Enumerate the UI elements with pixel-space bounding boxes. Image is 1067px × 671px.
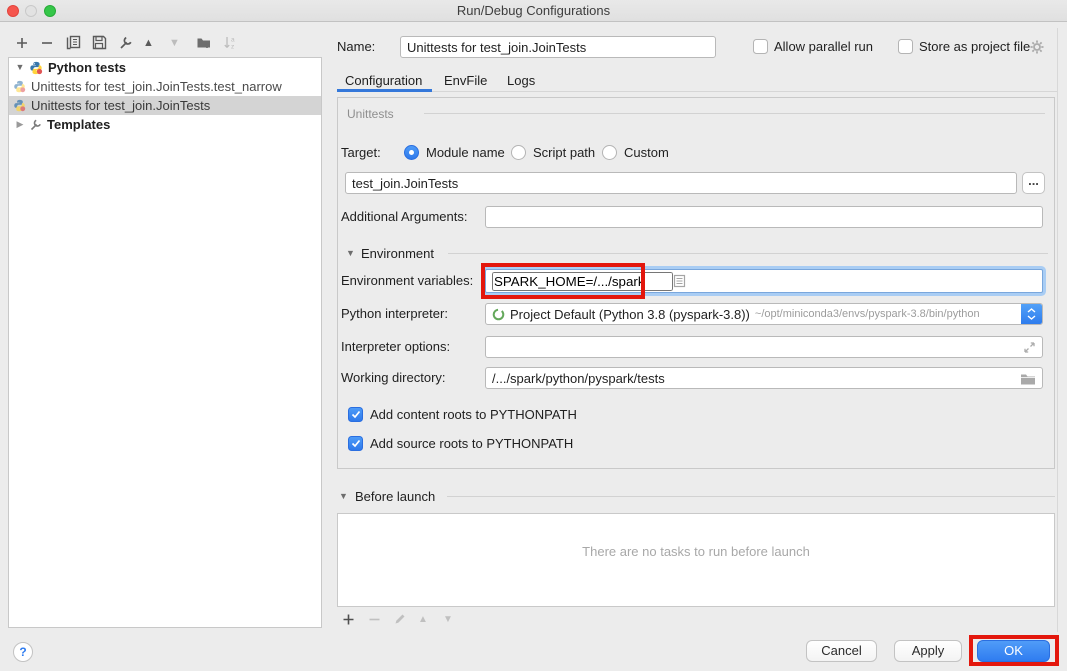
- run-debug-configurations-dialog: Run/Debug Configurations ▲ ▼ az ▼ Python…: [0, 0, 1067, 671]
- browse-button[interactable]: ...: [1022, 172, 1045, 194]
- tree-item-unittests-test-narrow[interactable]: Unittests for test_join.JoinTests.test_n…: [9, 77, 321, 96]
- target-custom-radio[interactable]: [602, 145, 617, 160]
- before-launch-section-line: [447, 496, 1055, 497]
- env-vars-list-icon[interactable]: [673, 274, 686, 288]
- add-content-roots-checkbox[interactable]: [348, 407, 363, 422]
- templates-wrench-icon: [29, 118, 42, 131]
- allow-parallel-run-label: Allow parallel run: [774, 36, 873, 58]
- target-input[interactable]: [352, 176, 1010, 191]
- tabs-separator: [337, 91, 1057, 92]
- add-task-icon[interactable]: [342, 613, 355, 626]
- configurations-tree: ▼ Python tests Unittests for test_join.J…: [8, 57, 322, 628]
- help-button[interactable]: ?: [13, 642, 33, 662]
- target-field[interactable]: [345, 172, 1017, 194]
- environment-variables-label: Environment variables:: [341, 270, 473, 292]
- environment-variables-field[interactable]: [485, 269, 1043, 293]
- apply-button[interactable]: Apply: [894, 640, 962, 662]
- working-directory-field[interactable]: [485, 367, 1043, 389]
- name-label: Name:: [337, 36, 375, 58]
- target-script-path-radio[interactable]: [511, 145, 526, 160]
- environment-variables-input[interactable]: [492, 272, 673, 291]
- additional-arguments-field[interactable]: [485, 206, 1043, 228]
- target-label: Target:: [341, 142, 381, 164]
- before-launch-collapse-icon[interactable]: ▼: [339, 491, 348, 501]
- remove-configuration-icon[interactable]: [40, 36, 54, 50]
- active-tab-underline: [337, 89, 432, 92]
- before-launch-section-label: Before launch: [355, 489, 435, 505]
- unittests-group-title: Unittests: [347, 107, 394, 121]
- move-task-up-icon[interactable]: ▲: [418, 614, 428, 625]
- interpreter-options-input[interactable]: [492, 340, 1023, 355]
- move-up-icon[interactable]: ▲: [143, 37, 154, 49]
- tree-item-label: Templates: [47, 115, 110, 134]
- environment-section-label: Environment: [361, 246, 434, 262]
- tree-item-python-tests[interactable]: ▼ Python tests: [9, 58, 321, 77]
- working-directory-label: Working directory:: [341, 367, 446, 389]
- remove-task-icon[interactable]: [368, 613, 381, 626]
- folder-icon[interactable]: [1020, 372, 1036, 385]
- target-script-path-label[interactable]: Script path: [533, 142, 595, 164]
- additional-arguments-label: Additional Arguments:: [341, 206, 467, 228]
- tab-logs[interactable]: Logs: [507, 70, 535, 92]
- add-source-roots-label[interactable]: Add source roots to PYTHONPATH: [370, 433, 573, 455]
- chevron-down-icon[interactable]: ▼: [15, 58, 25, 77]
- titlebar: Run/Debug Configurations: [0, 0, 1067, 22]
- before-launch-empty-message: There are no tasks to run before launch: [338, 544, 1054, 559]
- chevron-up-down-icon[interactable]: [1021, 304, 1042, 324]
- save-configuration-icon[interactable]: [92, 35, 107, 50]
- conda-env-icon: [492, 308, 505, 321]
- edit-templates-wrench-icon[interactable]: [118, 35, 133, 50]
- edit-task-pencil-icon[interactable]: [393, 612, 407, 626]
- tree-item-unittests-jointests-selected[interactable]: Unittests for test_join.JoinTests: [9, 96, 321, 115]
- expand-field-icon[interactable]: [1023, 341, 1036, 354]
- tree-item-label: Python tests: [48, 58, 126, 77]
- add-source-roots-checkbox[interactable]: [348, 436, 363, 451]
- python-test-icon: [13, 99, 26, 112]
- interpreter-options-label: Interpreter options:: [341, 336, 450, 358]
- environment-collapse-icon[interactable]: ▼: [346, 248, 355, 258]
- tree-item-templates[interactable]: ▶ Templates: [9, 115, 321, 134]
- target-module-name-label[interactable]: Module name: [426, 142, 505, 164]
- working-directory-input[interactable]: [492, 371, 1020, 386]
- environment-section-line: [448, 253, 1048, 254]
- add-content-roots-label[interactable]: Add content roots to PYTHONPATH: [370, 404, 577, 426]
- python-interpreter-select[interactable]: Project Default (Python 3.8 (pyspark-3.8…: [485, 303, 1043, 325]
- target-module-name-radio[interactable]: [404, 145, 419, 160]
- window-title: Run/Debug Configurations: [0, 3, 1067, 18]
- svg-text:z: z: [231, 44, 234, 51]
- tab-envfile[interactable]: EnvFile: [444, 70, 487, 92]
- chevron-right-icon[interactable]: ▶: [15, 115, 25, 134]
- name-field[interactable]: [400, 36, 716, 58]
- target-custom-label[interactable]: Custom: [624, 142, 669, 164]
- copy-configuration-icon[interactable]: [66, 35, 81, 50]
- store-as-project-file-checkbox[interactable]: [898, 39, 913, 54]
- python-test-icon: [13, 80, 26, 93]
- tree-item-label: Unittests for test_join.JoinTests: [31, 96, 210, 115]
- ok-button[interactable]: OK: [977, 640, 1050, 662]
- interpreter-options-field[interactable]: [485, 336, 1043, 358]
- move-down-icon[interactable]: ▼: [169, 37, 180, 49]
- additional-arguments-input[interactable]: [492, 210, 1036, 225]
- gear-icon[interactable]: [1029, 39, 1045, 55]
- before-launch-task-list[interactable]: There are no tasks to run before launch: [337, 513, 1055, 607]
- name-input[interactable]: [407, 40, 709, 55]
- python-interpreter-path: ~/opt/miniconda3/envs/pyspark-3.8/bin/py…: [755, 308, 980, 320]
- new-folder-icon[interactable]: [196, 35, 212, 50]
- sort-alphabetically-icon[interactable]: az: [223, 35, 238, 50]
- python-interpreter-label: Python interpreter:: [341, 303, 448, 325]
- python-tests-icon: [29, 61, 43, 75]
- allow-parallel-run-checkbox[interactable]: [753, 39, 768, 54]
- tree-item-label: Unittests for test_join.JoinTests.test_n…: [31, 77, 282, 96]
- add-configuration-icon[interactable]: [15, 36, 29, 50]
- move-task-down-icon[interactable]: ▼: [443, 614, 453, 625]
- unittests-title-line: [424, 113, 1045, 114]
- store-as-project-file-label: Store as project file: [919, 36, 1030, 58]
- content-right-edge: [1057, 28, 1058, 632]
- python-interpreter-value: Project Default (Python 3.8 (pyspark-3.8…: [510, 307, 750, 322]
- svg-text:a: a: [231, 37, 235, 44]
- cancel-button[interactable]: Cancel: [806, 640, 877, 662]
